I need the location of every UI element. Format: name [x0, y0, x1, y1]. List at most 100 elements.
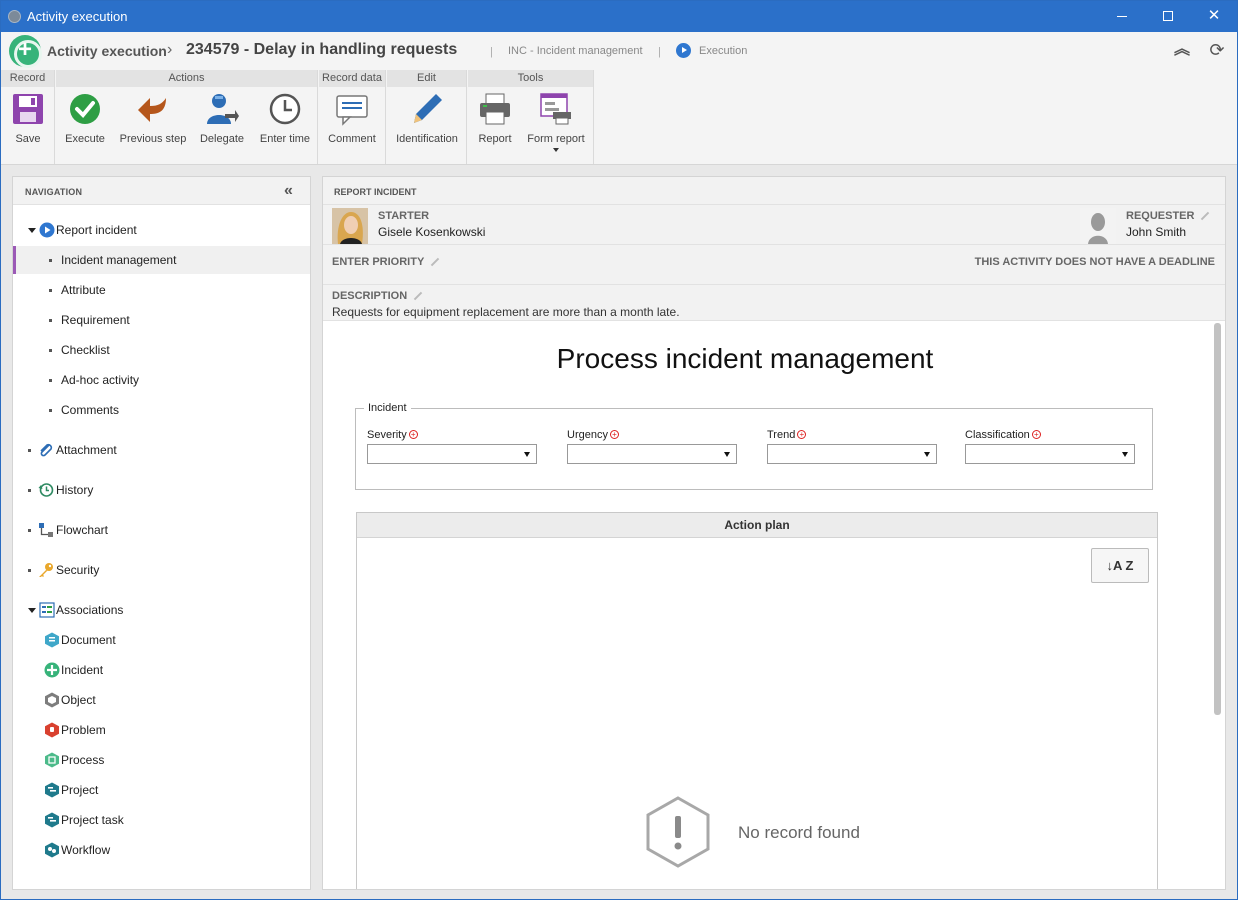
nav-item-attribute[interactable]: Attribute — [13, 276, 310, 304]
form-report-button[interactable]: Form report — [524, 92, 588, 152]
edit-description-pencil-icon[interactable] — [413, 291, 423, 301]
incident-icon — [44, 662, 60, 678]
form-title: Process incident management — [556, 343, 934, 374]
nav-item-project[interactable]: Project — [13, 776, 310, 804]
required-icon: + — [797, 430, 807, 439]
starter-avatar — [332, 208, 368, 244]
main-header: REPORT INCIDENT — [323, 177, 1225, 205]
expand-triangle-icon[interactable] — [28, 608, 36, 613]
refresh-icon[interactable]: ⟳ — [1208, 41, 1226, 59]
breadcrumb-divider: | — [658, 46, 661, 58]
activity-execution-window: Activity execution ✕ Activity execution … — [0, 0, 1238, 900]
nav-item-label: Security — [56, 563, 100, 577]
minimize-icon — [1117, 15, 1127, 17]
pencil-icon — [410, 92, 444, 126]
process-name: INC - Incident management — [508, 45, 643, 57]
dropdown-caret-icon[interactable] — [553, 148, 559, 152]
form-report-icon — [539, 92, 573, 126]
app-icon — [8, 10, 21, 23]
comment-button[interactable]: Comment — [325, 92, 379, 145]
severity-select[interactable] — [367, 444, 537, 464]
nav-item-history[interactable]: History — [13, 476, 310, 504]
urgency-select[interactable] — [567, 444, 737, 464]
enter-time-button[interactable]: Enter time — [256, 92, 314, 145]
execution-play-icon — [39, 222, 55, 238]
nav-item-checklist[interactable]: Checklist — [13, 336, 310, 364]
delegate-button[interactable]: Delegate — [198, 92, 246, 145]
ribbon-group-title: Tools — [468, 70, 593, 87]
bullet-icon — [28, 489, 31, 492]
severity-label-wrap: Severity + — [367, 429, 537, 441]
nav-item-label: Attribute — [61, 283, 106, 297]
maximize-button[interactable] — [1145, 1, 1191, 32]
nav-item-label: Document — [61, 633, 116, 647]
ribbon-group-record: Record Save — [1, 70, 55, 164]
execute-button-label: Execute — [65, 133, 105, 145]
collapse-panel-icon[interactable]: « — [284, 182, 293, 200]
nav-item-security[interactable]: Security — [13, 556, 310, 584]
classification-select[interactable] — [965, 444, 1135, 464]
maximize-icon — [1163, 11, 1173, 22]
delegate-user-icon — [205, 92, 239, 126]
bullet-icon — [49, 259, 52, 262]
project-icon — [45, 782, 59, 798]
urgency-field: Urgency + — [567, 429, 737, 464]
nav-item-workflow[interactable]: Workflow — [13, 836, 310, 864]
close-button[interactable]: ✕ — [1191, 1, 1237, 32]
collapse-header-icon[interactable]: ︽ — [1173, 41, 1191, 59]
nav-item-object[interactable]: Object — [13, 686, 310, 714]
nav-item-incident[interactable]: Incident — [13, 656, 310, 684]
nav-item-requirement[interactable]: Requirement — [13, 306, 310, 334]
nav-item-flowchart[interactable]: Flowchart — [13, 516, 310, 544]
bullet-icon — [28, 449, 31, 452]
printer-icon — [478, 92, 512, 126]
form-area: Process incident management Incident Sev… — [323, 321, 1213, 889]
nav-item-document[interactable]: Document — [13, 626, 310, 654]
trend-select[interactable] — [767, 444, 937, 464]
trend-label-wrap: Trend + — [767, 429, 937, 441]
navigation-panel: NAVIGATION « Report incident Incident ma… — [12, 176, 311, 890]
bullet-icon — [49, 289, 52, 292]
edit-requester-pencil-icon[interactable] — [1201, 211, 1210, 221]
sort-button[interactable]: ↓A Z — [1091, 548, 1149, 583]
report-button[interactable]: Report — [476, 92, 514, 145]
classification-label-wrap: Classification + — [965, 429, 1135, 441]
previous-step-button-label: Previous step — [119, 133, 187, 145]
nav-item-incident-management[interactable]: Incident management — [13, 246, 310, 274]
nav-item-process[interactable]: Process — [13, 746, 310, 774]
toolbar-ribbon: Record Save Actions Execute Previous ste… — [1, 70, 1237, 165]
execution-play-icon — [676, 43, 691, 58]
priority-row: ENTER PRIORITY THIS ACTIVITY DOES NOT HA… — [323, 245, 1225, 285]
nav-item-associations[interactable]: Associations — [13, 596, 310, 624]
expand-triangle-icon[interactable] — [28, 228, 36, 233]
nav-item-label: Incident — [61, 663, 104, 677]
flowchart-icon — [39, 523, 53, 537]
enter-priority-label[interactable]: ENTER PRIORITY — [332, 256, 424, 268]
nav-item-attachment[interactable]: Attachment — [13, 436, 310, 464]
nav-item-label: Requirement — [61, 313, 130, 327]
nav-item-label: History — [56, 483, 94, 497]
ribbon-group-title: Edit — [387, 70, 466, 87]
classification-field: Classification + — [965, 429, 1135, 464]
nav-item-ad-hoc-activity[interactable]: Ad-hoc activity — [13, 366, 310, 394]
identification-button[interactable]: Identification — [393, 92, 461, 145]
minimize-button[interactable] — [1099, 1, 1145, 32]
form-scrollbar[interactable] — [1214, 323, 1221, 715]
save-button[interactable]: Save — [11, 92, 45, 145]
breadcrumb-module[interactable]: Activity execution — [47, 43, 167, 59]
requester-avatar — [1080, 208, 1116, 244]
bullet-icon — [28, 529, 31, 532]
nav-item-comments[interactable]: Comments — [13, 396, 310, 424]
nav-item-project-task[interactable]: Project task — [13, 806, 310, 834]
required-icon: + — [408, 430, 418, 439]
report-button-label: Report — [478, 133, 512, 145]
classification-label: Classification — [965, 429, 1030, 441]
save-button-label: Save — [15, 133, 41, 145]
previous-step-button[interactable]: Previous step — [118, 92, 188, 145]
associations-icon — [39, 602, 55, 618]
execute-button[interactable]: Execute — [62, 92, 108, 145]
nav-item-problem[interactable]: Problem — [13, 716, 310, 744]
action-plan-grid: Action plan ↓A Z No record found — [356, 512, 1158, 889]
edit-priority-pencil-icon[interactable] — [431, 257, 440, 267]
nav-item-report-incident[interactable]: Report incident — [13, 216, 310, 244]
